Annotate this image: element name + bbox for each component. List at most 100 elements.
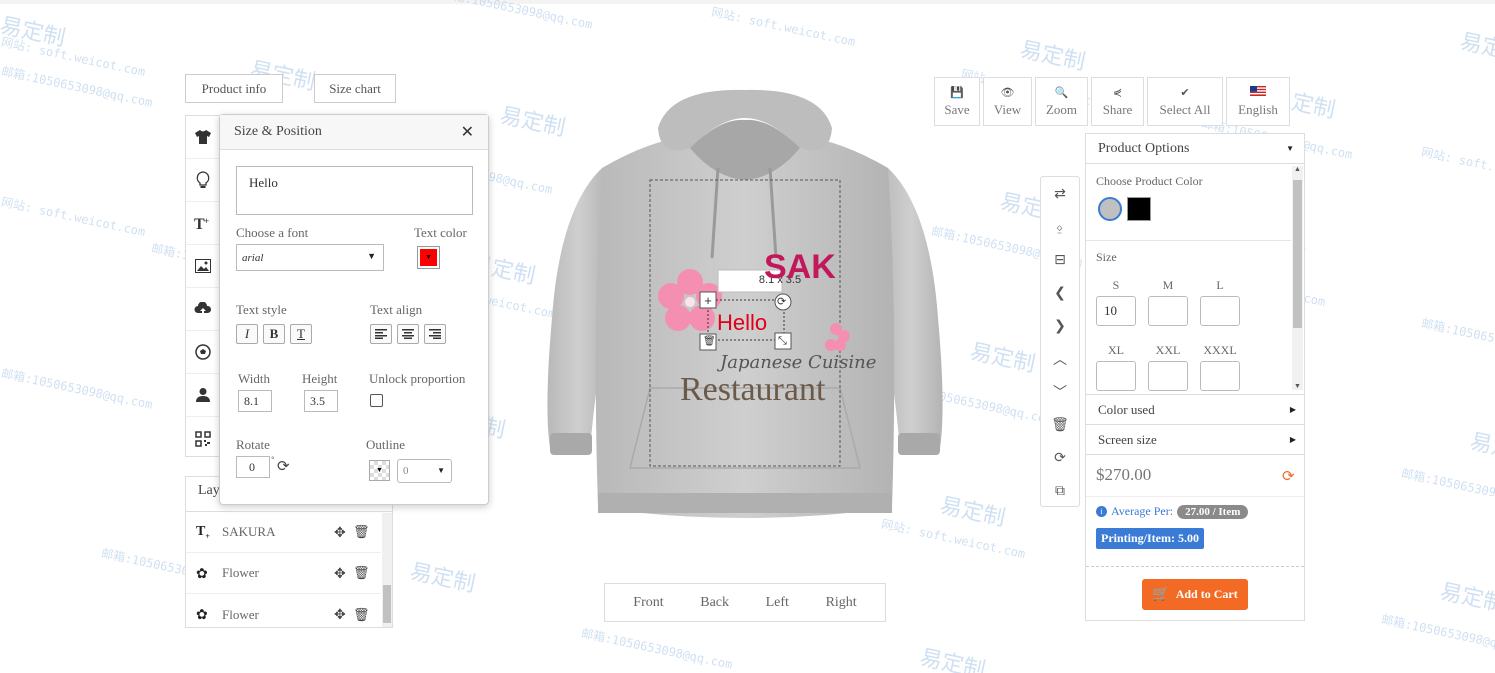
hello-text[interactable]: Hello <box>717 310 767 336</box>
layer-item[interactable]: T+ SAKURA ✥ 🗑 <box>186 512 381 553</box>
arrow-right-icon[interactable]: ❯ <box>1041 309 1079 342</box>
view-button[interactable]: 👁 View <box>983 77 1032 126</box>
rotate-handle-icon[interactable]: ⟳ <box>777 295 786 308</box>
lightbulb-icon[interactable] <box>186 159 220 202</box>
layer-name: Flower <box>222 565 259 580</box>
refresh-icon[interactable]: ⟳ <box>1041 441 1079 474</box>
product-options-header[interactable]: Product Options ▼ <box>1086 134 1304 164</box>
watermark-mail: 邮箱:1050653098@qq.com <box>1400 466 1495 512</box>
width-input[interactable]: 8.1 <box>238 390 272 412</box>
svg-text:+: + <box>704 293 712 308</box>
delete-icon[interactable]: 🗑 <box>353 524 370 540</box>
restaurant-text[interactable]: Restaurant <box>680 371 825 409</box>
close-icon[interactable]: ✕ <box>461 122 474 142</box>
align-left-button[interactable] <box>370 324 392 344</box>
size-m-label: M <box>1162 278 1174 292</box>
product-info-button[interactable]: Product info <box>185 74 283 103</box>
bold-button[interactable]: B <box>263 324 285 344</box>
unlock-proportion-checkbox[interactable] <box>370 394 383 407</box>
layers-scrollbar[interactable] <box>382 513 392 627</box>
refresh-price-icon[interactable]: ⟳ <box>1282 467 1295 485</box>
arrow-left-icon[interactable]: ❮ <box>1041 276 1079 309</box>
layer-name: Flower <box>222 606 259 622</box>
us-flag-icon <box>1250 85 1266 99</box>
size-l-input[interactable] <box>1200 296 1240 326</box>
japanese-cuisine-text[interactable]: Japanese Cuisine <box>720 352 876 373</box>
color-used-section[interactable]: Color used ▶ <box>1086 394 1304 424</box>
text-add-icon[interactable]: T + <box>186 202 220 245</box>
select-all-button[interactable]: ✔ Select All <box>1147 77 1223 126</box>
flower-icon: ✿ <box>196 606 208 622</box>
size-xxxl-input[interactable] <box>1200 361 1240 391</box>
add-to-cart-button[interactable]: 🛒 Add to Cart <box>1142 579 1248 610</box>
price: $270.00 <box>1096 465 1152 484</box>
resize-handle-icon[interactable]: ⤡ <box>778 335 787 348</box>
text-color-picker[interactable]: ▼ <box>417 246 440 269</box>
size-xl-label: XL <box>1108 343 1124 357</box>
cloud-upload-icon[interactable] <box>186 288 220 331</box>
tab-front[interactable]: Front <box>633 595 663 611</box>
size-xxl-input[interactable] <box>1148 361 1188 391</box>
user-icon[interactable] <box>186 374 220 417</box>
save-button[interactable]: 💾 Save <box>934 77 980 126</box>
delete-icon[interactable]: 🗑 <box>353 607 370 623</box>
color-swatch-black[interactable] <box>1127 197 1151 221</box>
move-icon[interactable]: ✥ <box>334 524 346 541</box>
copy-icon[interactable]: ⧉ <box>1041 474 1079 507</box>
italic-button[interactable]: I <box>236 324 258 344</box>
caret-down-icon: ▼ <box>1286 144 1294 153</box>
height-label: Height <box>302 371 338 386</box>
font-select[interactable]: arial ▼ <box>236 244 384 271</box>
color-swatch-gray[interactable] <box>1098 197 1122 221</box>
options-scrollbar[interactable]: ▲ ▼ <box>1292 166 1303 390</box>
text-input[interactable]: Hello <box>236 166 473 215</box>
arrow-down-icon[interactable]: ﹀ <box>1041 375 1079 408</box>
outline-color-picker[interactable]: ▼ <box>369 460 390 481</box>
zoom-button[interactable]: 🔍 Zoom <box>1035 77 1088 126</box>
height-input[interactable]: 3.5 <box>304 390 338 412</box>
sakura-text[interactable]: SAK <box>764 248 836 287</box>
size-s-label: S <box>1112 278 1120 292</box>
text-icon: T+ <box>196 523 210 541</box>
align-icon[interactable]: ⊟ <box>1041 243 1079 276</box>
qrcode-icon[interactable] <box>186 417 220 460</box>
watermark-site: 网站: soft.weicot.com <box>1420 144 1495 190</box>
align-center-button[interactable] <box>397 324 419 344</box>
underline-button[interactable]: T <box>290 324 312 344</box>
delete-handle-icon[interactable]: 🗑 <box>703 336 716 347</box>
align-right-button[interactable] <box>424 324 446 344</box>
stamp-icon[interactable]: ⍚ <box>1041 210 1079 243</box>
layer-item[interactable]: ✿ Flower ✥ 🗑 <box>186 553 381 594</box>
delete-icon[interactable]: 🗑 <box>353 565 370 581</box>
main-toolbar: 💾 Save 👁 View 🔍 Zoom ⋞ Share ✔ Select All Eng… <box>934 77 1290 126</box>
image-icon[interactable] <box>186 245 220 288</box>
outline-select[interactable]: 0 ▼ <box>397 459 452 483</box>
size-xl-input[interactable] <box>1096 361 1136 391</box>
text-color-label: Text color <box>414 225 467 240</box>
size-m-input[interactable] <box>1148 296 1188 326</box>
view-tabs: Front Back Left Right <box>604 583 886 622</box>
screen-size-label: Screen size <box>1098 431 1157 447</box>
screen-size-section[interactable]: Screen size ▶ <box>1086 424 1304 454</box>
soccer-ball-icon[interactable] <box>186 331 220 374</box>
language-button[interactable]: English <box>1226 77 1290 126</box>
outline-label: Outline <box>366 437 405 452</box>
move-icon[interactable]: ✥ <box>334 565 346 582</box>
tab-back[interactable]: Back <box>700 595 729 611</box>
refresh-icon[interactable]: ⟳ <box>277 457 290 475</box>
layer-item[interactable]: ✿ Flower ✥ 🗑 <box>186 594 381 627</box>
watermark-mail: 邮箱:1050653098@qq.com <box>1380 612 1495 658</box>
trash-icon[interactable]: 🗑 <box>1041 408 1079 441</box>
arrow-up-icon[interactable]: ︿ <box>1041 342 1079 375</box>
move-icon[interactable]: ✥ <box>334 606 346 623</box>
size-s-input[interactable]: 10 <box>1096 296 1136 326</box>
tab-right[interactable]: Right <box>826 595 857 611</box>
tshirt-icon[interactable] <box>186 116 220 159</box>
rotate-input[interactable]: 0 <box>236 456 270 478</box>
product-preview: + 8.1 x 3.5 SAK Hello Japanese Cuisine R… <box>530 88 960 528</box>
size-chart-button[interactable]: Size chart <box>314 74 396 103</box>
tab-left[interactable]: Left <box>766 595 789 611</box>
swap-icon[interactable]: ⇄ <box>1041 177 1079 210</box>
save-icon: 💾 <box>950 86 964 99</box>
share-button[interactable]: ⋞ Share <box>1091 77 1144 126</box>
